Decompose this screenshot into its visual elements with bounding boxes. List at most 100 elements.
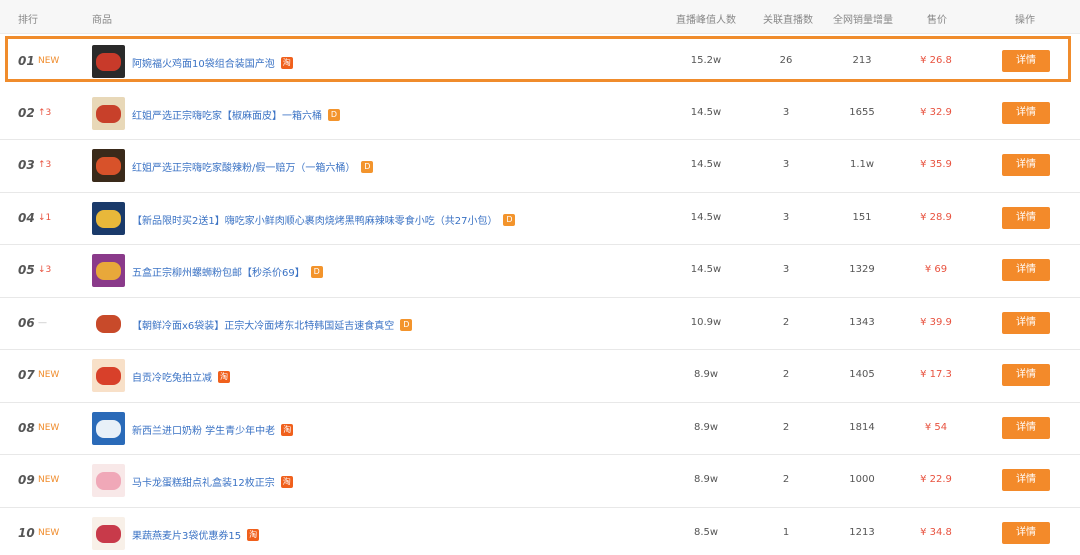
platform-d-icon: D [503,213,516,226]
table-row[interactable]: 06 — 【朝鲜冷面x6袋装】正宗大冷面烤东北特韩国延吉速食真空 D 10.9w … [0,297,1080,350]
product-name-text[interactable]: 新西兰进口奶粉 学生青少年中老 [132,426,275,437]
sales-increase: 1405 [849,369,875,380]
peak-viewers: 10.9w [690,316,722,328]
product-name-text[interactable]: 红姐严选正宗嗨吃家酸辣粉/假一赔万（一箱六桶） [132,163,355,174]
table-row[interactable]: 08 NEW 新西兰进口奶粉 学生青少年中老淘 8.9w 2 1814 ¥ 54… [0,402,1080,455]
product-name-link[interactable]: 红姐严选正宗嗨吃家【椒麻面皮】一箱六桶 D [132,107,340,122]
rank-number: 03 [18,158,35,172]
header-sales-increase[interactable]: 全网销量增量 [833,11,893,26]
peak-viewers: 14.5w [690,264,722,275]
product-name-text[interactable]: 红姐严选正宗嗨吃家【椒麻面皮】一箱六桶 [132,111,322,122]
rank-change: ↓3 [38,265,52,275]
table-header: 排行 商品 直播峰值人数 关联直播数 全网销量增量 售价 操作 [0,0,1080,34]
header-product: 商品 [92,15,112,26]
table-row-highlighted[interactable]: 01 NEW 阿婉福火鸡面10袋组合装国产泡淘 15.2w 26 213 ¥ 2… [5,36,1071,82]
price: ¥ 69 [924,264,948,275]
peak-viewers: 8.9w [693,369,719,380]
detail-button[interactable]: 详情 [1002,416,1050,439]
table-row[interactable]: 07 NEW 自贡冷吃兔拍立减淘 8.9w 2 1405 ¥ 17.3 详情 [0,350,1080,403]
detail-button[interactable]: 详情 [1002,521,1050,544]
product-thumbnail[interactable] [92,96,125,130]
price: ¥ 34.8 [920,526,952,538]
price: ¥ 28.9 [920,211,952,223]
rank-change: NEW [38,370,60,380]
price: ¥ 54 [924,421,948,433]
product-thumbnail[interactable] [92,149,125,182]
rank-number: 10 [18,525,35,540]
product-thumbnail[interactable] [92,464,125,497]
product-name-link[interactable]: 【朝鲜冷面x6袋装】正宗大冷面烤东北特韩国延吉速食真空 D [132,317,413,332]
sales-increase: 1000 [849,474,875,485]
taobao-icon: 淘 [280,57,293,69]
peak-viewers: 14.5w [690,106,722,118]
table-row[interactable]: 03 ↑3 红姐严选正宗嗨吃家酸辣粉/假一赔万（一箱六桶） D 14.5w 3 1… [0,140,1080,193]
detail-button[interactable]: 详情 [1002,101,1050,124]
related-lives: 2 [782,316,790,328]
price: ¥ 32.9 [920,106,952,118]
sales-increase: 1.1w [849,159,875,170]
taobao-icon: 淘 [247,528,260,541]
product-name-link[interactable]: 【新品限时买2送1】嗨吃家小鲜肉顺心裹肉烧烤黑鸭麻辣味零食小吃（共27小包） D [132,212,516,227]
detail-button[interactable]: 详情 [1002,50,1050,72]
product-thumbnail[interactable] [92,45,125,78]
platform-d-icon: D [310,266,323,278]
rank-number: 06 [18,315,35,330]
related-lives: 26 [779,55,793,66]
table-row[interactable]: 10 NEW 果蔬燕麦片3袋优惠券15 淘 8.5w 1 1213 ¥ 34.8 … [0,507,1080,555]
product-name-link[interactable]: 自贡冷吃兔拍立减淘 [132,369,230,384]
header-related-lives[interactable]: 关联直播数 [763,11,813,26]
product-name-text[interactable]: 果蔬燕麦片3袋优惠券15 [132,531,241,542]
product-name-link[interactable]: 红姐严选正宗嗨吃家酸辣粉/假一赔万（一箱六桶） D [132,159,374,174]
product-thumbnail[interactable] [92,306,125,340]
product-name-text[interactable]: 【新品限时买2送1】嗨吃家小鲜肉顺心裹肉烧烤黑鸭麻辣味零食小吃（共27小包） [132,216,497,227]
related-lives: 2 [782,421,790,433]
product-name-link[interactable]: 新西兰进口奶粉 学生青少年中老淘 [132,422,294,437]
table-row[interactable]: 05 ↓3 五盒正宗柳州螺蛳粉包邮【秒杀价69】 D 14.5w 3 1329 ¥… [0,245,1080,298]
price: ¥ 35.9 [920,159,952,170]
product-name-link[interactable]: 阿婉福火鸡面10袋组合装国产泡淘 [132,55,293,70]
product-name-text[interactable]: 马卡龙蛋糕甜点礼盒装12枚正宗 [132,478,275,489]
price: ¥ 22.9 [920,474,952,485]
detail-button[interactable]: 详情 [1002,364,1050,386]
product-thumbnail[interactable] [92,359,125,392]
sales-increase: 1814 [849,421,875,433]
product-name-text[interactable]: 【朝鲜冷面x6袋装】正宗大冷面烤东北特韩国延吉速食真空 [132,321,394,332]
sales-increase: 213 [852,55,872,66]
product-thumbnail[interactable] [92,254,125,287]
detail-button[interactable]: 详情 [1002,469,1050,491]
table-row[interactable]: 02 ↑3 红姐严选正宗嗨吃家【椒麻面皮】一箱六桶 D 14.5w 3 1655 … [0,87,1080,140]
peak-viewers: 15.2w [690,55,722,66]
product-thumbnail[interactable] [92,411,125,445]
detail-button[interactable]: 详情 [1002,154,1050,176]
product-name-text[interactable]: 自贡冷吃兔拍立减 [132,373,212,384]
product-name-link[interactable]: 果蔬燕麦片3袋优惠券15 淘 [132,527,260,542]
product-name-text[interactable]: 五盒正宗柳州螺蛳粉包邮【秒杀价69】 [132,268,305,279]
table-row[interactable]: 09 NEW 马卡龙蛋糕甜点礼盒装12枚正宗淘 8.9w 2 1000 ¥ 22… [0,455,1080,508]
product-name-link[interactable]: 五盒正宗柳州螺蛳粉包邮【秒杀价69】 D [132,264,323,279]
rank-number: 04 [18,210,35,225]
rank-change: ↑3 [38,107,52,118]
related-lives: 2 [782,474,790,485]
detail-button[interactable]: 详情 [1002,206,1050,229]
product-name-text[interactable]: 阿婉福火鸡面10袋组合装国产泡 [132,59,275,70]
product-thumbnail[interactable] [92,201,125,235]
price: ¥ 17.3 [920,369,952,380]
rank-number: 09 [18,473,35,487]
peak-viewers: 8.9w [693,421,719,433]
rank-change: NEW [38,527,60,538]
taobao-icon: 淘 [281,423,294,436]
detail-button[interactable]: 详情 [1002,311,1050,334]
header-peak-viewers[interactable]: 直播峰值人数 [676,11,736,26]
table-row[interactable]: 04 ↓1 【新品限时买2送1】嗨吃家小鲜肉顺心裹肉烧烤黑鸭麻辣味零食小吃（共2… [0,192,1080,245]
rank-change: ↓1 [38,212,52,223]
related-lives: 3 [782,211,790,223]
product-thumbnail[interactable] [92,516,125,550]
related-lives: 3 [782,106,790,118]
rank-change: NEW [38,475,60,485]
rank-change: ↑3 [38,160,52,170]
product-name-link[interactable]: 马卡龙蛋糕甜点礼盒装12枚正宗淘 [132,474,293,489]
related-lives: 3 [782,159,790,170]
taobao-icon: 淘 [218,371,230,383]
header-action: 操作 [1015,15,1035,26]
detail-button[interactable]: 详情 [1002,259,1050,281]
